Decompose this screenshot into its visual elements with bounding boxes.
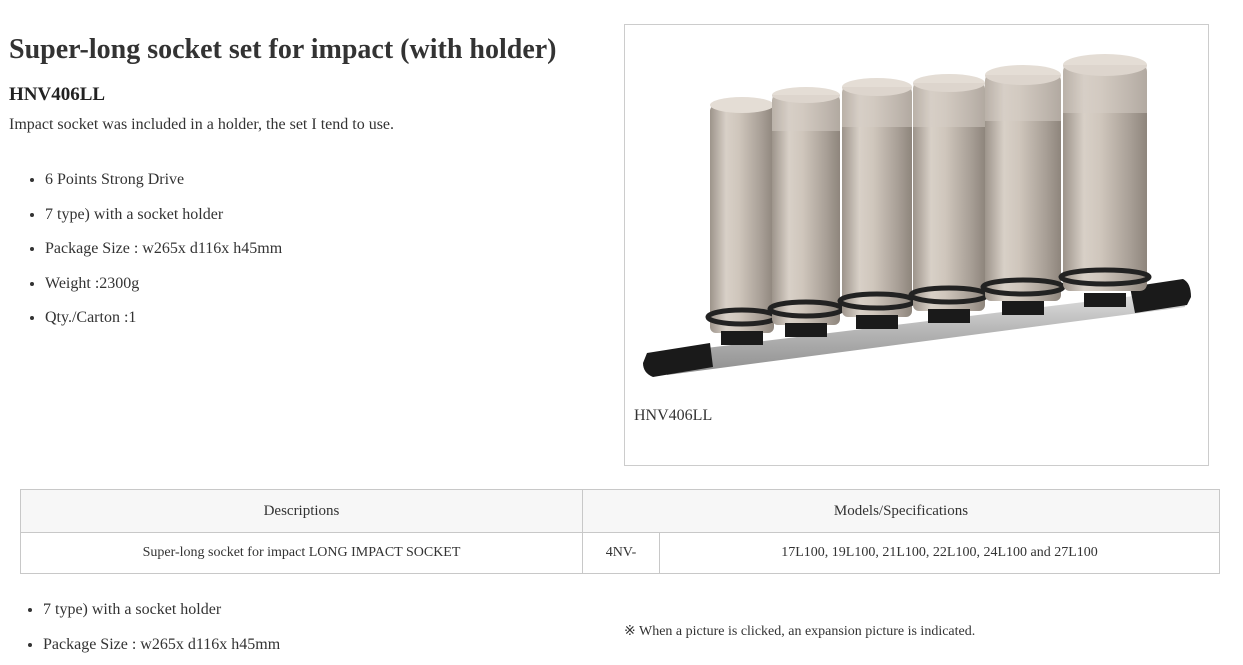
image-caption: HNV406LL bbox=[634, 407, 713, 424]
product-page: Super-long socket set for impact (with h… bbox=[0, 0, 1243, 665]
cell-models: 17L100, 19L100, 21L100, 22L100, 24L100 a… bbox=[659, 532, 1220, 574]
socket-21 bbox=[837, 78, 917, 329]
socket-19 bbox=[767, 87, 845, 337]
product-image[interactable] bbox=[635, 35, 1197, 385]
feature-item: Package Size : w265x d116x h45mm bbox=[45, 237, 282, 261]
page-title: Super-long socket set for impact (with h… bbox=[9, 34, 557, 65]
table-row: Super-long socket for impact LONG IMPACT… bbox=[20, 532, 1220, 574]
feature-list: 6 Points Strong Drive 7 type) with a soc… bbox=[9, 168, 282, 341]
column-header-models: Models/Specifications bbox=[582, 489, 1220, 533]
feature-item: 6 Points Strong Drive bbox=[45, 168, 282, 192]
product-description: Impact socket was included in a holder, … bbox=[9, 116, 395, 133]
socket-27 bbox=[1058, 54, 1152, 307]
click-note: ※ When a picture is clicked, an expansio… bbox=[624, 624, 976, 639]
socket-22 bbox=[908, 74, 990, 323]
product-image-frame[interactable]: HNV406LL bbox=[624, 24, 1209, 466]
holder-end-cap-left bbox=[643, 343, 713, 377]
bottom-feature-list: 7 type) with a socket holder Package Siz… bbox=[8, 598, 280, 665]
feature-item: Qty./Carton :1 bbox=[45, 306, 282, 330]
feature-item: Package Size : w265x d116x h45mm bbox=[43, 633, 280, 657]
socket-24 bbox=[980, 65, 1066, 315]
spec-table: Descriptions Models/Specifications Super… bbox=[20, 489, 1220, 574]
feature-item: 7 type) with a socket holder bbox=[45, 203, 282, 227]
socket-17 bbox=[705, 97, 779, 345]
cell-model-prefix: 4NV- bbox=[582, 532, 660, 574]
feature-item: 7 type) with a socket holder bbox=[43, 598, 280, 622]
feature-item: Weight :2300g bbox=[45, 272, 282, 296]
table-header-row: Descriptions Models/Specifications bbox=[20, 489, 1220, 533]
product-code: HNV406LL bbox=[9, 84, 106, 105]
cell-description: Super-long socket for impact LONG IMPACT… bbox=[20, 532, 583, 574]
column-header-descriptions: Descriptions bbox=[20, 489, 583, 533]
